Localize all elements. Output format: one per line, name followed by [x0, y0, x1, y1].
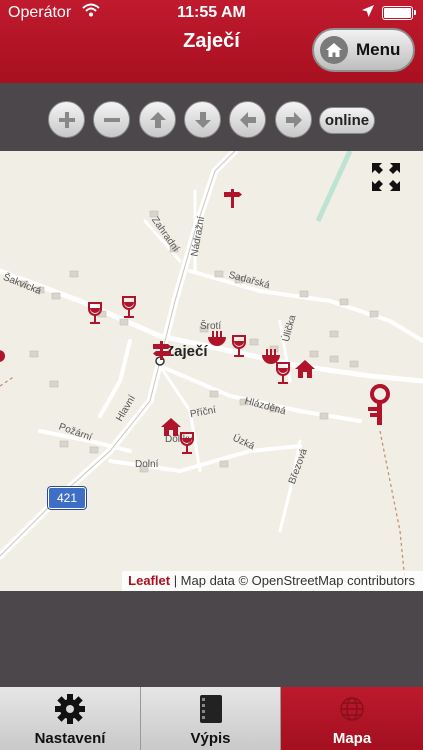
navigation-header: Operátor 11:55 AM Zaječí Menu: [0, 0, 423, 83]
arrow-right-icon: [285, 111, 302, 128]
plus-icon: [58, 111, 75, 128]
zoom-in-button[interactable]: [48, 101, 85, 138]
street-label: Dolní: [135, 459, 159, 470]
signpost-icon[interactable]: [222, 187, 244, 209]
list-icon: [194, 692, 228, 726]
attribution-text: | Map data © OpenStreetMap contributors: [173, 573, 415, 588]
restaurant-icon[interactable]: [206, 329, 228, 349]
tab-label: Výpis: [190, 730, 231, 747]
signpost-icon[interactable]: [151, 339, 173, 361]
arrow-left-icon: [239, 111, 256, 128]
house-icon[interactable]: [294, 359, 316, 379]
zoom-out-button[interactable]: [93, 101, 130, 138]
clock: 11:55 AM: [177, 4, 246, 21]
road-number-shield: 421: [47, 486, 87, 510]
tab-bar: Nastavení Výpis Mapa: [0, 687, 423, 750]
home-icon: [320, 36, 348, 64]
empty-panel: [0, 591, 423, 687]
wine-glass-icon[interactable]: [230, 334, 248, 358]
tab-mapa[interactable]: Mapa: [281, 687, 423, 750]
map-marker-icon[interactable]: [0, 349, 6, 369]
arrow-up-icon: [149, 111, 166, 128]
online-toggle-button[interactable]: online: [319, 107, 375, 134]
leaflet-link[interactable]: Leaflet: [128, 573, 170, 588]
map-streets: [0, 151, 423, 582]
map-attribution: Leaflet | Map data © OpenStreetMap contr…: [122, 571, 423, 591]
location-pin-icon[interactable]: [364, 383, 394, 427]
map-view[interactable]: Zahradní Nádražní Sadařská Šakvická Šrot…: [0, 151, 423, 591]
status-bar: Operátor 11:55 AM: [0, 0, 423, 26]
wine-glass-icon[interactable]: [120, 295, 138, 319]
pan-left-button[interactable]: [229, 101, 266, 138]
tab-nastaveni[interactable]: Nastavení: [0, 687, 141, 750]
tab-label: Mapa: [332, 730, 372, 747]
wine-glass-icon[interactable]: [86, 301, 104, 325]
pan-right-button[interactable]: [275, 101, 312, 138]
battery-icon: [382, 6, 416, 20]
pan-down-button[interactable]: [184, 101, 221, 138]
minus-icon: [103, 117, 120, 122]
fullscreen-icon[interactable]: [372, 163, 400, 191]
location-arrow-icon: [362, 4, 374, 20]
globe-icon: [335, 692, 369, 726]
menu-button[interactable]: Menu: [312, 28, 415, 72]
tab-label: Nastavení: [34, 730, 106, 747]
menu-button-label: Menu: [356, 40, 401, 59]
arrow-down-icon: [194, 111, 211, 128]
wine-glass-icon[interactable]: [274, 361, 292, 385]
tab-vypis[interactable]: Výpis: [141, 687, 281, 750]
map-toolbar: online: [0, 83, 423, 151]
wine-glass-icon[interactable]: [178, 431, 196, 455]
pan-up-button[interactable]: [139, 101, 176, 138]
gear-icon: [53, 692, 87, 726]
